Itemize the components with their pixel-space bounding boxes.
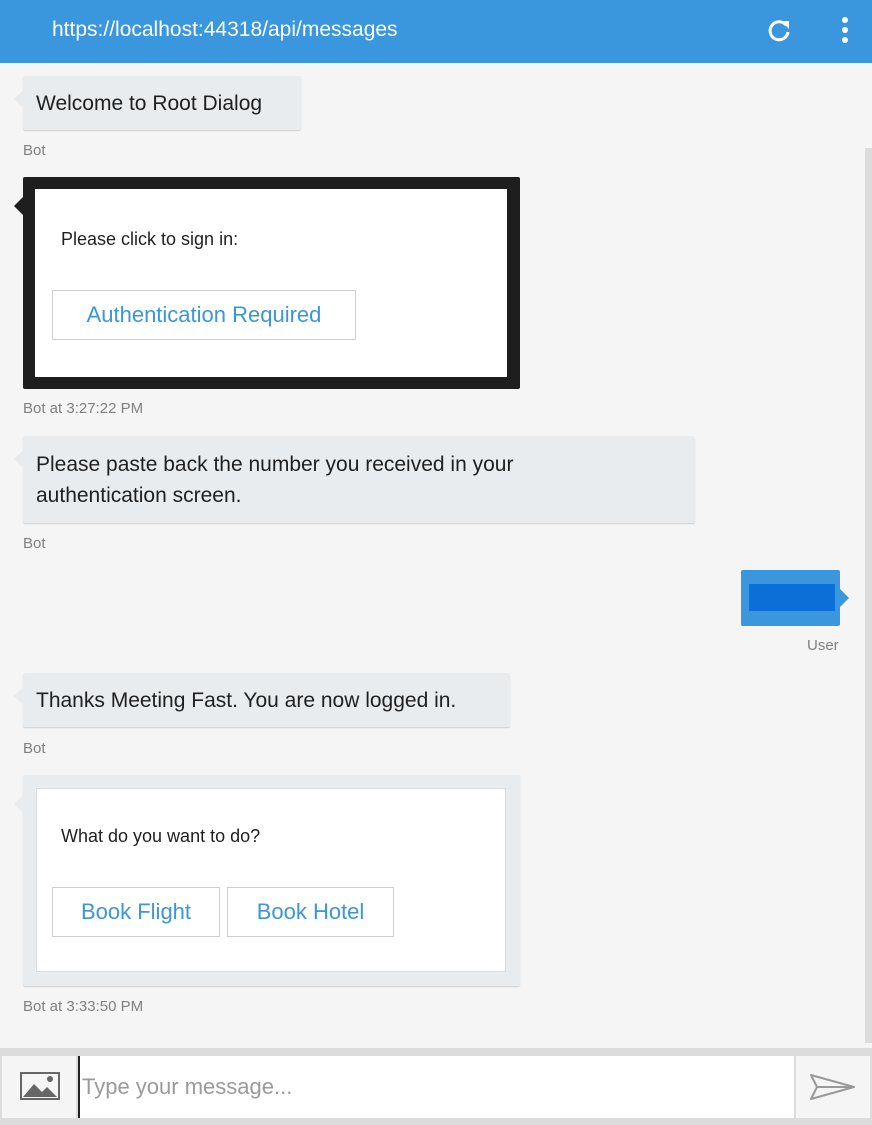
message-text-line: Please paste back the number you receive… (36, 453, 514, 476)
bot-message: Welcome to Root Dialog (14, 76, 301, 130)
message-meta: User (807, 637, 839, 654)
book-hotel-button[interactable]: Book Hotel (227, 887, 394, 937)
redacted-text (749, 584, 835, 611)
authentication-required-button[interactable]: Authentication Required (52, 290, 356, 340)
bot-message: Please paste back the number you receive… (14, 436, 695, 523)
image-upload-icon[interactable] (2, 1056, 76, 1118)
send-icon[interactable] (796, 1056, 870, 1118)
message-meta: Bot (23, 142, 46, 159)
refresh-icon[interactable] (766, 18, 792, 44)
message-text-line: authentication screen. (36, 484, 242, 507)
actions-card (14, 775, 520, 986)
message-text: Thanks Meeting Fast. You are now logged … (36, 689, 457, 712)
user-message (741, 570, 849, 626)
message-meta: Bot at 3:33:50 PM (23, 998, 144, 1015)
card-text: Please click to sign in: (61, 229, 239, 249)
message-meta: Bot (23, 740, 46, 757)
book-flight-button[interactable]: Book Flight (52, 887, 220, 937)
message-meta: Bot at 3:27:22 PM (23, 400, 144, 417)
more-vertical-icon[interactable] (834, 14, 856, 48)
message-input[interactable] (78, 1056, 794, 1118)
scrollbar[interactable] (865, 148, 872, 1043)
card-text: What do you want to do? (61, 826, 261, 846)
message-text: Welcome to Root Dialog (36, 92, 263, 115)
signin-card (14, 177, 520, 389)
endpoint-url: https://localhost:44318/api/messages (52, 18, 398, 41)
message-meta: Bot (23, 535, 46, 552)
bot-message: Thanks Meeting Fast. You are now logged … (14, 673, 510, 727)
chat-header: https://localhost:44318/api/messages (0, 0, 872, 63)
